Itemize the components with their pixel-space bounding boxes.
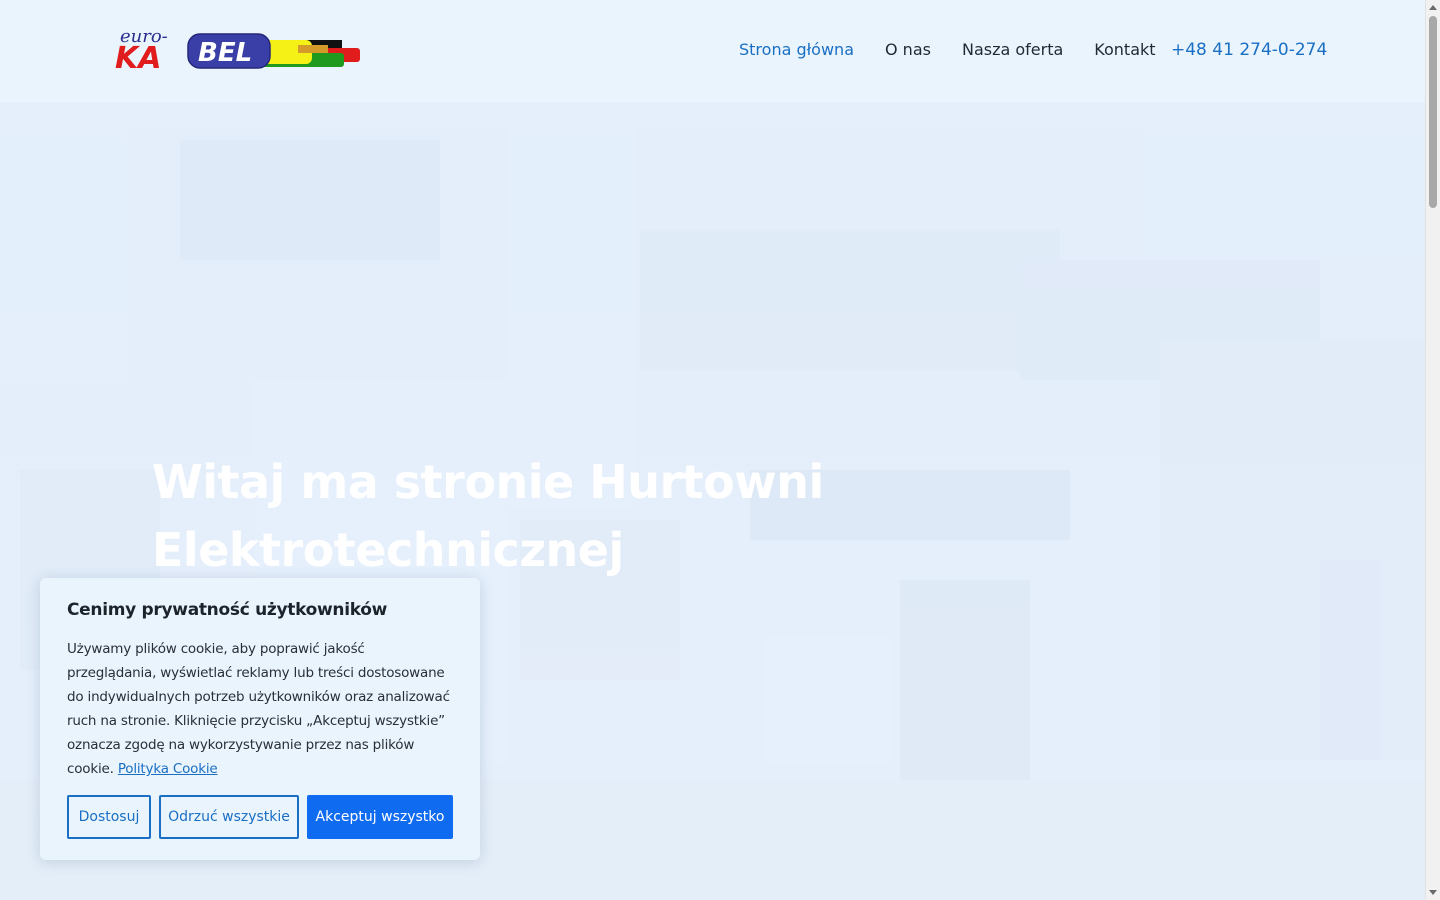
nav-item-contact[interactable]: Kontakt [1094,40,1155,59]
phone-link[interactable]: +48 41 274-0-274 [1171,40,1327,60]
cookie-button-row: Dostosuj Odrzuć wszystkie Akceptuj wszys… [67,795,461,839]
site-header: euro- KA BEL Strona główna O nas Nasza o… [0,0,1425,102]
euro-kabel-logo[interactable]: euro- KA BEL [112,26,364,76]
hero-title: Witaj ma stronie Hurtowni Elektrotechnic… [152,448,852,584]
svg-text:KA: KA [115,41,161,76]
nav-item-home[interactable]: Strona główna [739,40,854,59]
nav-item-offer[interactable]: Nasza oferta [962,40,1063,59]
cookie-consent-banner: Cenimy prywatność użytkowników Używamy p… [40,578,480,860]
main-nav: Strona główna O nas Nasza oferta Kontakt [739,40,1187,59]
hero-title-line1: Witaj ma stronie Hurtowni [152,455,824,509]
nav-item-about[interactable]: O nas [885,40,931,59]
customize-button[interactable]: Dostosuj [67,795,151,839]
scroll-up-arrow-icon[interactable] [1429,5,1437,10]
reject-all-button[interactable]: Odrzuć wszystkie [159,795,299,839]
accept-all-button[interactable]: Akceptuj wszystko [307,795,453,839]
cookie-text: Używamy plików cookie, aby poprawić jako… [67,637,453,781]
cookie-title: Cenimy prywatność użytkowników [67,600,388,620]
cookie-body: Używamy plików cookie, aby poprawić jako… [67,641,450,777]
scroll-down-arrow-icon[interactable] [1429,890,1437,895]
scroll-thumb[interactable] [1429,16,1437,208]
svg-text:BEL: BEL [198,38,252,68]
cookie-policy-link[interactable]: Polityka Cookie [118,761,218,777]
page-scrollbar[interactable] [1425,0,1440,900]
hero-title-line2: Elektrotechnicznej [152,523,624,577]
